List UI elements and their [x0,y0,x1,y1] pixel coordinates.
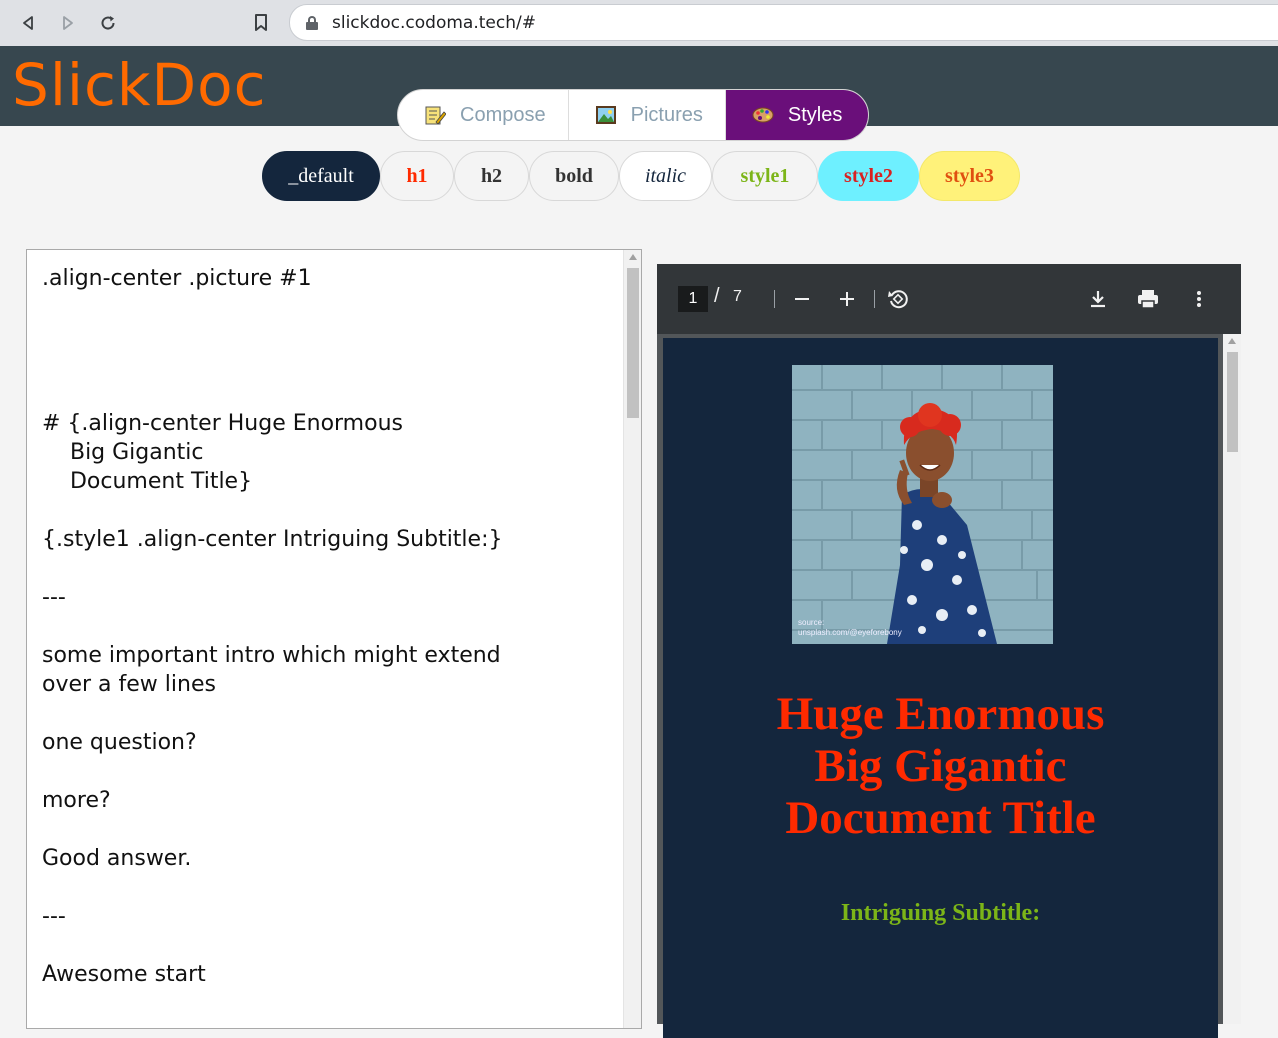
address-bar[interactable]: slickdoc.codoma.tech/# [289,4,1278,41]
reload-icon[interactable] [94,9,122,37]
tab-styles[interactable]: Styles [725,90,869,140]
markdown-editor[interactable]: .align-center .picture #1 # {.align-cent… [26,249,642,1029]
page-number-input[interactable]: 1 [678,286,708,312]
main-tabs: Compose Pictures Styles [397,89,870,141]
forward-icon[interactable] [54,9,82,37]
pdf-scrollbar[interactable] [1223,334,1241,1024]
pdf-page: source: unsplash.com/@eyeforebony Huge E… [663,338,1218,1038]
chip-h2[interactable]: h2 [454,151,529,201]
editor-scroll-thumb[interactable] [627,268,639,418]
document-subtitle: Intriguing Subtitle: [840,900,1041,926]
pdf-toolbar: 1 / 7 [657,264,1241,334]
download-icon[interactable] [1083,284,1113,314]
style-chips: _default h1 h2 bold italic style1 style2… [262,151,1020,201]
chip-style2[interactable]: style2 [818,151,919,201]
chip-default[interactable]: _default [262,151,380,201]
photo-credit: source: unsplash.com/@eyeforebony [798,618,902,637]
scroll-up-arrow-icon[interactable] [629,254,637,260]
pdf-scroll-up-arrow-icon[interactable] [1228,338,1236,344]
pdf-viewer: 1 / 7 source: unsplash.com/@eyeforebony … [657,264,1241,1038]
toolbar-divider-2 [874,290,875,308]
browser-toolbar: slickdoc.codoma.tech/# [0,0,1278,46]
toolbar-divider [774,290,775,308]
tab-pictures[interactable]: Pictures [569,90,726,140]
tab-styles-label: Styles [787,103,843,126]
lock-icon [306,15,318,30]
chip-h1[interactable]: h1 [380,151,454,201]
back-icon[interactable] [14,9,42,37]
editor-content[interactable]: .align-center .picture #1 # {.align-cent… [42,264,622,989]
chip-bold[interactable]: bold [529,151,619,201]
chip-style1[interactable]: style1 [712,151,818,201]
document-title: Huge Enormous Big Gigantic Document Titl… [776,688,1105,844]
url-text: slickdoc.codoma.tech/# [332,12,536,33]
total-pages: 7 [733,288,742,305]
zoom-in-icon[interactable] [832,284,862,314]
tab-compose[interactable]: Compose [398,90,569,140]
bookmark-icon[interactable] [247,9,275,37]
tab-compose-label: Compose [460,103,546,126]
print-icon[interactable] [1133,284,1163,314]
memo-icon [424,104,447,126]
editor-scrollbar[interactable] [623,250,641,1028]
rotate-icon[interactable] [883,284,913,314]
chip-style3[interactable]: style3 [919,151,1020,201]
zoom-out-icon[interactable] [787,284,817,314]
portrait-photo: source: unsplash.com/@eyeforebony [792,365,1053,644]
chip-italic[interactable]: italic [619,151,712,201]
pdf-scroll-thumb[interactable] [1227,352,1238,452]
framed-picture-icon [595,104,617,126]
page-separator: / [714,285,720,307]
palette-icon [752,104,774,126]
tab-pictures-label: Pictures [630,103,703,126]
app-logo: SlickDoc [12,51,267,119]
more-options-icon[interactable] [1184,284,1214,314]
